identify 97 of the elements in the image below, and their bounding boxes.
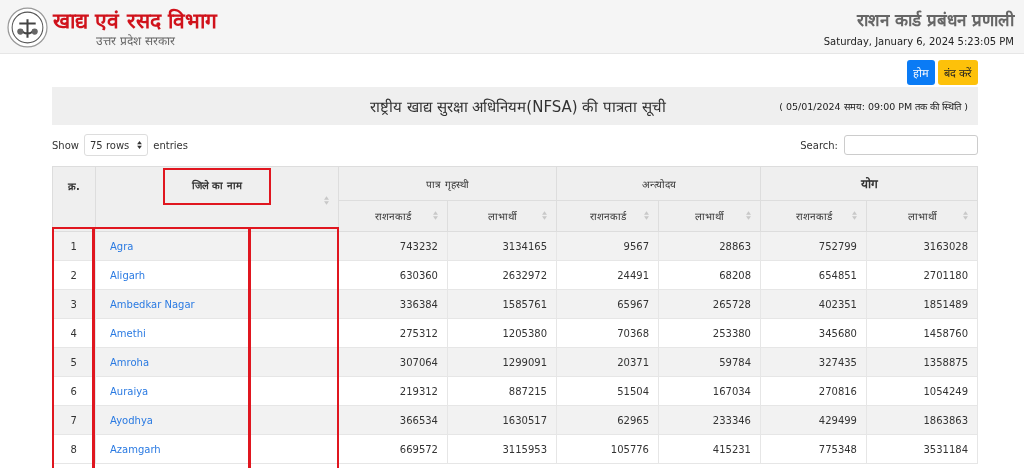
table-cell: 654851: [818, 269, 857, 281]
table-cell: 62965: [617, 414, 649, 426]
table-cell: 65967: [617, 298, 649, 310]
district-link[interactable]: Amethi: [110, 327, 146, 339]
home-button[interactable]: होम: [906, 60, 935, 85]
table-cell: 20371: [617, 356, 649, 368]
table-cell: 24491: [617, 269, 649, 281]
table-cell: 752799: [818, 240, 857, 252]
table-cell: 59784: [719, 356, 751, 368]
table-cell: 8: [70, 443, 77, 455]
table-cell: 345680: [818, 327, 857, 339]
table-cell: 1630517: [502, 414, 547, 426]
table-cell: 775348: [818, 443, 857, 455]
table-cell: 6: [70, 385, 77, 397]
system-title: राशन कार्ड प्रबंधन प्रणाली: [857, 9, 1014, 31]
table-cell: 1585761: [502, 298, 547, 310]
table-cell: 1205380: [502, 327, 547, 339]
district-link[interactable]: Ambedkar Nagar: [110, 298, 195, 310]
close-button[interactable]: बंद करें: [937, 60, 978, 85]
sort-icon[interactable]: [852, 211, 857, 220]
table-cell: 2701180: [923, 269, 968, 281]
sort-icon[interactable]: [746, 211, 751, 220]
table-cell: 307064: [399, 356, 438, 368]
search-label: Search:: [800, 139, 838, 151]
table-cell: 5: [70, 356, 77, 368]
district-link[interactable]: Azamgarh: [110, 443, 161, 455]
table-cell: 336384: [399, 298, 438, 310]
government-subtitle: उत्तर प्रदेश सरकार: [96, 33, 176, 48]
search-field[interactable]: [844, 135, 978, 155]
table-cell: 233346: [712, 414, 751, 426]
column-header[interactable]: राशनकार्ड: [589, 209, 626, 223]
table-cell: 68208: [719, 269, 751, 281]
table-cell: 1358875: [923, 356, 968, 368]
district-link[interactable]: Amroha: [110, 356, 150, 368]
sort-icon[interactable]: [542, 211, 547, 220]
emblem-icon: [7, 7, 48, 48]
table-cell: 1458760: [923, 327, 968, 339]
table-cell: 669572: [399, 443, 438, 455]
sort-icon[interactable]: [963, 211, 968, 220]
show-label: Show: [52, 139, 79, 151]
table-cell: 1: [70, 240, 77, 252]
table-cell: 743232: [399, 240, 438, 252]
table-cell: 1299091: [502, 356, 547, 368]
sort-icon[interactable]: [433, 211, 438, 220]
rows-select[interactable]: 75 rows: [84, 134, 149, 156]
table-cell: 70368: [617, 327, 649, 339]
table-cell: 415231: [712, 443, 751, 455]
district-link[interactable]: Aligarh: [110, 269, 146, 281]
report-status: ( 05/01/2024 समय: 09:00 PM तक की स्थिति ): [779, 99, 968, 113]
table-cell: 253380: [712, 327, 751, 339]
table-cell: 429499: [818, 414, 857, 426]
column-header[interactable]: राशनकार्ड: [795, 209, 832, 223]
caret-icon: [137, 141, 143, 149]
date-time: Saturday, January 6, 2024 5:23:05 PM: [823, 36, 1014, 47]
column-group-header: योग: [760, 166, 978, 201]
table-cell: 887215: [508, 385, 547, 397]
entries-label: entries: [153, 139, 188, 151]
table-cell: 51504: [617, 385, 649, 397]
sort-icon[interactable]: [324, 196, 329, 205]
report-title: राष्ट्रीय खाद्य सुरक्षा अधिनियम(NFSA) की पात्रता सूची: [370, 97, 666, 116]
column-header: क्र.: [67, 180, 81, 194]
table-cell: 28863: [719, 240, 751, 252]
table-cell: 3531184: [923, 443, 968, 455]
district-link[interactable]: Auraiya: [110, 385, 149, 397]
table-cell: 270816: [818, 385, 857, 397]
table-cell: 402351: [818, 298, 857, 310]
table-cell: 3: [70, 298, 77, 310]
table-cell: 1851489: [923, 298, 968, 310]
table-cell: 630360: [399, 269, 438, 281]
table-cell: 275312: [399, 327, 438, 339]
table-cell: 2: [70, 269, 77, 281]
table-cell: 4: [70, 327, 77, 339]
table-cell: 167034: [712, 385, 751, 397]
table-cell: 219312: [399, 385, 438, 397]
column-header[interactable]: लाभार्थी: [487, 209, 517, 223]
sort-icon[interactable]: [644, 211, 649, 220]
table-cell: 9567: [623, 240, 649, 252]
column-group-header: पात्र गृहस्थी: [338, 166, 557, 201]
column-header[interactable]: लाभार्थी: [695, 209, 724, 223]
table-cell: 3134165: [502, 240, 547, 252]
column-header[interactable]: राशनकार्ड: [375, 209, 411, 223]
column-header[interactable]: लाभार्थी: [907, 209, 937, 223]
table-cell: 3115953: [502, 443, 547, 455]
district-link[interactable]: Agra: [110, 240, 134, 252]
table-cell: 265728: [712, 298, 751, 310]
table-cell: 366534: [399, 414, 438, 426]
district-link[interactable]: Ayodhya: [110, 414, 153, 426]
table-cell: 1054249: [923, 385, 968, 397]
column-header[interactable]: जिले का नाम: [163, 168, 271, 205]
department-title: खाद्य एवं रसद विभाग: [53, 7, 217, 34]
table-cell: 327435: [818, 356, 857, 368]
column-group-header: अन्त्योदय: [556, 166, 761, 201]
table-cell: 105776: [610, 443, 649, 455]
table-cell: 2632972: [502, 269, 547, 281]
table-cell: 3163028: [923, 240, 968, 252]
table-cell: 1863863: [923, 414, 968, 426]
table-cell: 7: [70, 414, 77, 426]
